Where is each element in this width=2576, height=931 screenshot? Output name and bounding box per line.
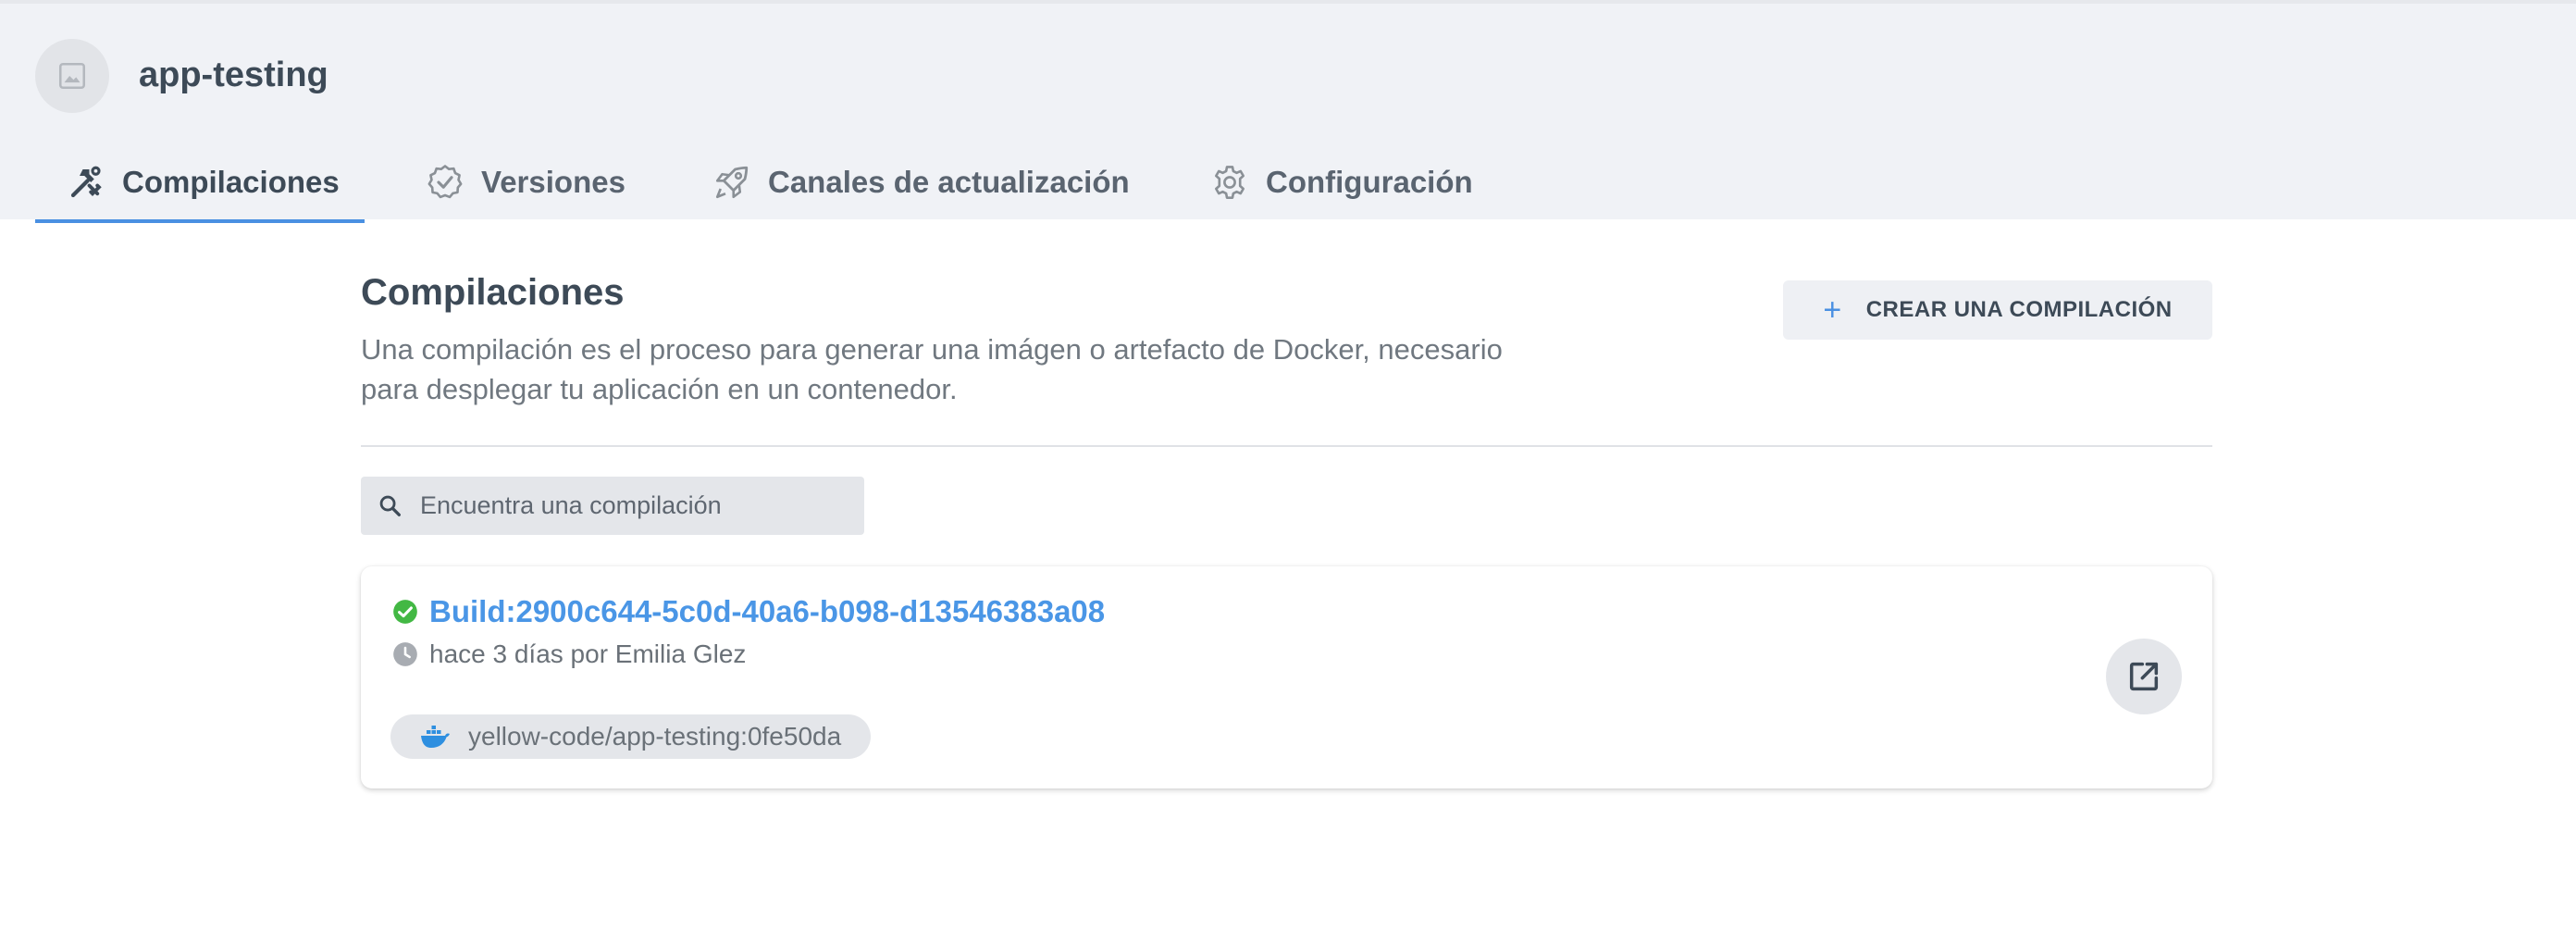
- tab-label: Versiones: [481, 165, 625, 199]
- plus-icon: +: [1823, 292, 1842, 328]
- build-card: Build:2900c644-5c0d-40a6-b098-d13546383a…: [361, 566, 2212, 788]
- search-box[interactable]: [361, 477, 864, 535]
- badge-check-icon: [427, 165, 463, 199]
- build-link[interactable]: Build:2900c644-5c0d-40a6-b098-d13546383a…: [429, 594, 1105, 629]
- tab-compilaciones[interactable]: Compilaciones: [35, 159, 365, 223]
- build-header: Build:2900c644-5c0d-40a6-b098-d13546383a…: [392, 594, 1105, 629]
- tab-label: Compilaciones: [122, 165, 340, 199]
- app-header: app-testing Compilaciones Versiones Cana…: [0, 0, 2576, 223]
- tab-canales-de-actualizacion[interactable]: Canales de actualización: [712, 159, 1130, 223]
- docker-image-chip: yellow-code/app-testing:0fe50da: [390, 714, 872, 759]
- tab-label: Canales de actualización: [768, 165, 1130, 199]
- divider: [361, 445, 2212, 447]
- page-title: Compilaciones: [361, 272, 625, 313]
- gear-icon: [1214, 166, 1245, 199]
- search-icon: [379, 495, 401, 516]
- open-external-button[interactable]: [2106, 639, 2182, 714]
- clock-icon: [393, 642, 417, 666]
- image-placeholder-icon: [58, 62, 86, 90]
- app-title: app-testing: [139, 56, 328, 94]
- build-timestamp: hace 3 días por Emilia Glez: [429, 639, 747, 668]
- create-build-label: CREAR UNA COMPILACIÓN: [1865, 297, 2173, 322]
- tab-configuracion[interactable]: Configuración: [1210, 159, 1473, 223]
- docker-icon: [421, 726, 450, 748]
- page-description: Una compilación es el proceso para gener…: [361, 333, 1503, 405]
- tab-label: Configuración: [1266, 165, 1473, 199]
- build-meta: hace 3 días por Emilia Glez: [392, 639, 746, 669]
- docker-image-tag: yellow-code/app-testing:0fe50da: [468, 722, 842, 751]
- create-build-button[interactable]: + CREAR UNA COMPILACIÓN: [1783, 280, 2212, 340]
- tools-icon: [70, 166, 102, 198]
- success-check-icon: [393, 600, 417, 624]
- open-external-icon: [2129, 662, 2159, 691]
- rocket-icon: [715, 166, 749, 199]
- tab-versiones[interactable]: Versiones: [426, 159, 625, 223]
- app-avatar: [35, 39, 109, 113]
- search-input[interactable]: [418, 490, 848, 521]
